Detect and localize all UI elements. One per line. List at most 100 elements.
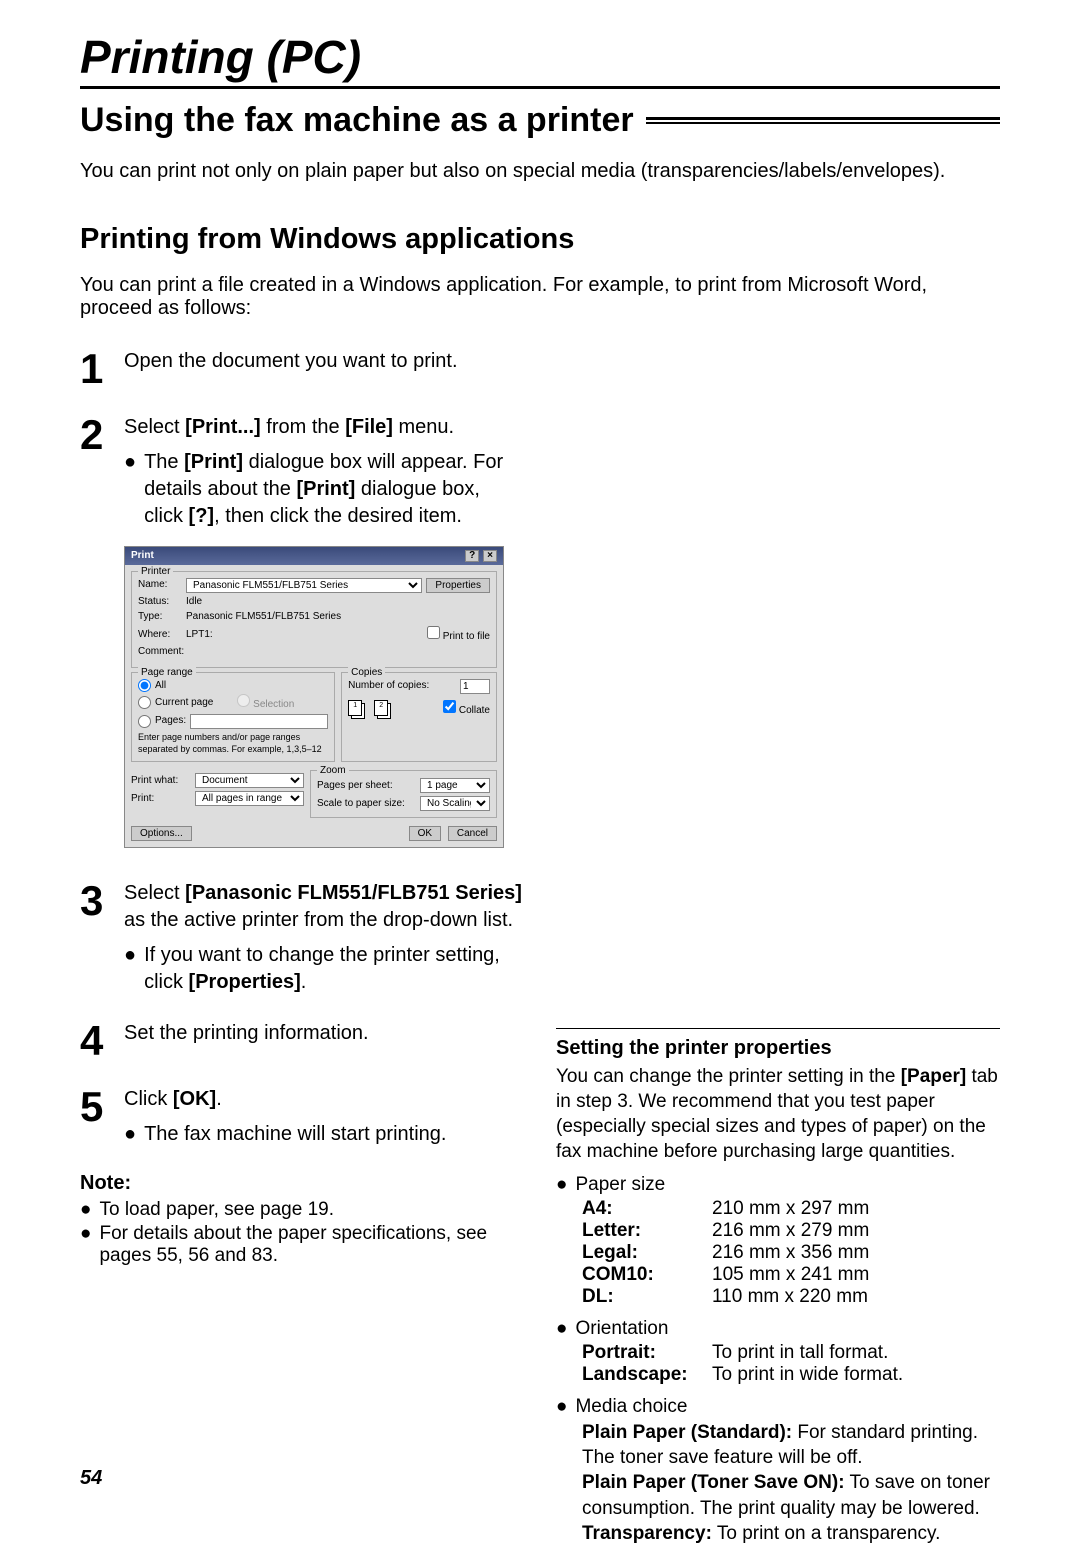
side-paragraph: You can change the printer setting in th… bbox=[556, 1064, 1000, 1164]
t: as the active printer from the drop-down… bbox=[124, 909, 513, 931]
key: Plain Paper (Toner Save ON): bbox=[582, 1472, 845, 1493]
t: The bbox=[144, 451, 184, 473]
scale-to-paper-select[interactable]: No Scaling bbox=[420, 796, 490, 811]
bold: [Panasonic FLM551/FLB751 Series] bbox=[185, 882, 522, 904]
bold: [Print] bbox=[184, 451, 243, 473]
t: from the bbox=[261, 416, 345, 438]
bold: [Paper] bbox=[901, 1066, 966, 1087]
key: Plain Paper (Standard): bbox=[582, 1422, 792, 1443]
label: Scale to paper size: bbox=[317, 797, 414, 811]
bullet-dot-icon: ● bbox=[556, 1318, 567, 1340]
label: Name: bbox=[138, 578, 182, 592]
bullet: ● If you want to change the printer sett… bbox=[124, 942, 524, 996]
double-rule bbox=[646, 117, 1000, 124]
bullet-text: If you want to change the printer settin… bbox=[144, 942, 524, 996]
label: All bbox=[155, 679, 166, 693]
step-text: Open the document you want to print. bbox=[124, 348, 458, 390]
label: Collate bbox=[459, 705, 490, 716]
value: To print in tall format. bbox=[712, 1342, 888, 1364]
bullet: ●Paper size bbox=[556, 1174, 1000, 1196]
value: To print in wide format. bbox=[712, 1364, 903, 1386]
right-column: Setting the printer properties You can c… bbox=[556, 348, 1000, 1546]
label: Status: bbox=[138, 595, 182, 609]
print-dialog: Print ? × Printer Name: Panasonic FLM551… bbox=[124, 546, 504, 848]
paper-size-table: A4:210 mm x 297 mm Letter:216 mm x 279 m… bbox=[582, 1198, 1000, 1308]
close-button[interactable]: × bbox=[483, 550, 497, 562]
range-selection-radio bbox=[237, 694, 250, 707]
side-heading: Setting the printer properties bbox=[556, 1037, 1000, 1060]
key: COM10: bbox=[582, 1264, 702, 1286]
range-fieldset: Page range All Current page Selection Pa… bbox=[131, 672, 335, 762]
fieldset-legend: Copies bbox=[348, 666, 385, 680]
step-text: Click [OK]. bbox=[124, 1086, 446, 1113]
label: Print: bbox=[131, 792, 189, 806]
collate-checkbox[interactable] bbox=[443, 700, 456, 713]
dialog-titlebar: Print ? × bbox=[125, 547, 503, 565]
bullet-label: Media choice bbox=[575, 1396, 687, 1418]
bullet-dot-icon: ● bbox=[556, 1396, 567, 1418]
step-number: 1 bbox=[80, 348, 110, 390]
pages-per-sheet-select[interactable]: 1 page bbox=[420, 778, 490, 793]
value: LPT1: bbox=[186, 628, 213, 642]
label: Print what: bbox=[131, 774, 189, 788]
thin-rule bbox=[556, 1028, 1000, 1029]
printer-fieldset: Printer Name: Panasonic FLM551/FLB751 Se… bbox=[131, 571, 497, 668]
ok-button[interactable]: OK bbox=[409, 826, 441, 841]
hint-text: Enter page numbers and/or page ranges se… bbox=[138, 731, 328, 755]
page-number: 54 bbox=[80, 1467, 102, 1490]
value: 110 mm x 220 mm bbox=[712, 1286, 868, 1308]
print-range-select[interactable]: All pages in range bbox=[195, 791, 304, 806]
t: , then click the desired item. bbox=[214, 505, 462, 527]
bold: [Print] bbox=[296, 478, 355, 500]
dialog-title: Print bbox=[131, 549, 154, 563]
bold: [?] bbox=[189, 505, 215, 527]
options-button[interactable]: Options... bbox=[131, 826, 192, 841]
step-text: Set the printing information. bbox=[124, 1020, 369, 1062]
subsection-title: Printing from Windows applications bbox=[80, 223, 1000, 256]
section-title-row: Using the fax machine as a printer bbox=[80, 101, 1000, 140]
print-what-select[interactable]: Document bbox=[195, 773, 304, 788]
range-pages-radio[interactable] bbox=[138, 715, 151, 728]
bullet-dot-icon: ● bbox=[124, 942, 136, 996]
note-text: For details about the paper specificatio… bbox=[99, 1223, 524, 1267]
printer-name-select[interactable]: Panasonic FLM551/FLB751 Series bbox=[186, 578, 422, 593]
pages-input[interactable] bbox=[190, 714, 328, 729]
t: Select bbox=[124, 882, 185, 904]
t: . bbox=[216, 1088, 222, 1110]
bullet: ● Media choice bbox=[556, 1396, 1000, 1418]
key: Portrait: bbox=[582, 1342, 702, 1364]
bullet: ●Orientation bbox=[556, 1318, 1000, 1340]
key: Landscape: bbox=[582, 1364, 702, 1386]
value: 105 mm x 241 mm bbox=[712, 1264, 869, 1286]
label: Number of copies: bbox=[348, 679, 429, 693]
rule-thick bbox=[80, 86, 1000, 89]
copies-input[interactable] bbox=[460, 679, 490, 694]
value: Panasonic FLM551/FLB751 Series bbox=[186, 610, 341, 624]
cancel-button[interactable]: Cancel bbox=[448, 826, 497, 841]
help-button[interactable]: ? bbox=[465, 550, 479, 562]
label: Comment: bbox=[138, 645, 184, 659]
bullet-dot-icon: ● bbox=[80, 1223, 91, 1267]
properties-button[interactable]: Properties bbox=[426, 578, 490, 593]
fieldset-legend: Page range bbox=[138, 666, 196, 680]
step-text: Select [Panasonic FLM551/FLB751 Series] … bbox=[124, 880, 524, 934]
label: Pages: bbox=[155, 714, 186, 728]
orientation-table: Portrait: To print in tall format. Landsc… bbox=[582, 1342, 1000, 1386]
t: menu. bbox=[393, 416, 454, 438]
bold: [OK] bbox=[173, 1088, 216, 1110]
print-to-file-checkbox[interactable] bbox=[427, 626, 440, 639]
label: Type: bbox=[138, 610, 182, 624]
bold: [File] bbox=[345, 416, 393, 438]
subsection-intro: You can print a file created in a Window… bbox=[80, 274, 1000, 320]
label: Selection bbox=[253, 699, 294, 710]
bullet: ● The fax machine will start printing. bbox=[124, 1121, 446, 1148]
t: Click bbox=[124, 1088, 173, 1110]
value: 210 mm x 297 mm bbox=[712, 1198, 869, 1220]
left-column: 1 Open the document you want to print. 2… bbox=[80, 348, 524, 1546]
note-list: ●To load paper, see page 19. ●For detail… bbox=[80, 1199, 524, 1267]
range-current-radio[interactable] bbox=[138, 696, 151, 709]
bullet-dot-icon: ● bbox=[556, 1174, 567, 1196]
range-all-radio[interactable] bbox=[138, 679, 151, 692]
label: Pages per sheet: bbox=[317, 779, 414, 793]
value: 216 mm x 356 mm bbox=[712, 1242, 869, 1264]
